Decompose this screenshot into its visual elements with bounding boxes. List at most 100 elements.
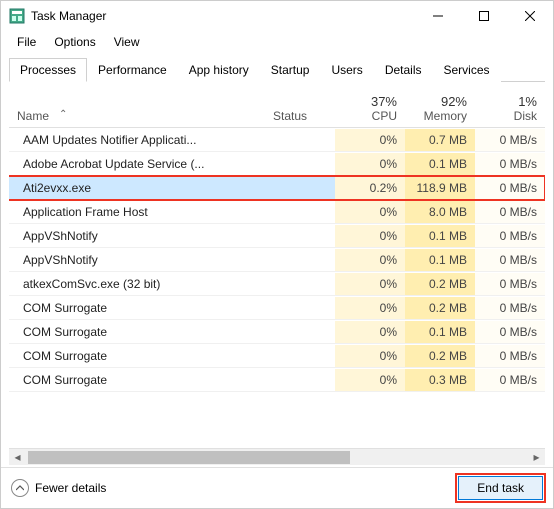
- process-disk: 0 MB/s: [475, 321, 545, 343]
- process-list: ⌃ Name Status 37% CPU 92% Memory 1% Disk…: [9, 82, 545, 448]
- process-memory: 0.1 MB: [405, 321, 475, 343]
- process-name: AAM Updates Notifier Applicati...: [9, 129, 265, 151]
- process-cpu: 0%: [335, 297, 405, 319]
- horizontal-scrollbar[interactable]: ◂ ▸: [9, 448, 545, 465]
- memory-usage-total: 92%: [413, 94, 467, 109]
- menu-file[interactable]: File: [9, 33, 44, 51]
- menu-view[interactable]: View: [106, 33, 148, 51]
- tab-details[interactable]: Details: [374, 58, 433, 82]
- column-disk[interactable]: 1% Disk: [475, 90, 545, 127]
- column-cpu-label: CPU: [343, 109, 397, 123]
- app-icon: [9, 8, 25, 24]
- process-memory: 0.1 MB: [405, 249, 475, 271]
- process-memory: 0.1 MB: [405, 153, 475, 175]
- close-button[interactable]: [507, 1, 553, 31]
- process-name: Application Frame Host: [9, 201, 265, 223]
- process-memory: 0.7 MB: [405, 129, 475, 151]
- process-disk: 0 MB/s: [475, 153, 545, 175]
- disk-usage-total: 1%: [483, 94, 537, 109]
- chevron-up-icon: [11, 479, 29, 497]
- process-disk: 0 MB/s: [475, 369, 545, 391]
- process-disk: 0 MB/s: [475, 177, 545, 199]
- column-memory[interactable]: 92% Memory: [405, 90, 475, 127]
- process-disk: 0 MB/s: [475, 201, 545, 223]
- process-name: AppVShNotify: [9, 249, 265, 271]
- column-cpu[interactable]: 37% CPU: [335, 90, 405, 127]
- tab-app-history[interactable]: App history: [178, 58, 260, 82]
- process-cpu: 0%: [335, 369, 405, 391]
- process-name: atkexComSvc.exe (32 bit): [9, 273, 265, 295]
- process-row[interactable]: COM Surrogate0%0.2 MB0 MB/s: [9, 344, 545, 368]
- tab-performance[interactable]: Performance: [87, 58, 178, 82]
- fewer-details-label: Fewer details: [35, 481, 106, 495]
- scrollbar-thumb[interactable]: [28, 451, 350, 464]
- tab-users[interactable]: Users: [320, 58, 373, 82]
- process-status: [265, 280, 335, 288]
- process-row[interactable]: Application Frame Host 0%8.0 MB0 MB/s: [9, 200, 545, 224]
- tab-strip: ProcessesPerformanceApp historyStartupUs…: [9, 57, 545, 82]
- process-status: [265, 256, 335, 264]
- column-memory-label: Memory: [413, 109, 467, 123]
- process-memory: 0.2 MB: [405, 297, 475, 319]
- process-row[interactable]: AppVShNotify0%0.1 MB0 MB/s: [9, 224, 545, 248]
- column-headers: ⌃ Name Status 37% CPU 92% Memory 1% Disk: [9, 82, 545, 128]
- process-status: [265, 160, 335, 168]
- process-cpu: 0%: [335, 153, 405, 175]
- process-cpu: 0%: [335, 249, 405, 271]
- process-row[interactable]: AAM Updates Notifier Applicati... 0%0.7 M…: [9, 128, 545, 152]
- footer: Fewer details End task: [1, 467, 553, 508]
- process-disk: 0 MB/s: [475, 129, 545, 151]
- process-cpu: 0%: [335, 345, 405, 367]
- fewer-details-button[interactable]: Fewer details: [11, 479, 458, 497]
- scroll-left-icon[interactable]: ◂: [9, 449, 26, 466]
- minimize-button[interactable]: [415, 1, 461, 31]
- process-cpu: 0%: [335, 129, 405, 151]
- process-cpu: 0%: [335, 201, 405, 223]
- menubar: FileOptionsView: [1, 31, 553, 53]
- tab-services[interactable]: Services: [433, 58, 501, 82]
- process-memory: 0.3 MB: [405, 369, 475, 391]
- process-status: [265, 232, 335, 240]
- process-row[interactable]: Ati2evxx.exe 0.2%118.9 MB0 MB/s: [9, 176, 545, 200]
- process-name: Ati2evxx.exe: [9, 177, 265, 199]
- process-cpu: 0.2%: [335, 177, 405, 199]
- window-controls: [415, 1, 553, 31]
- process-cpu: 0%: [335, 273, 405, 295]
- process-row[interactable]: atkexComSvc.exe (32 bit)0%0.2 MB0 MB/s: [9, 272, 545, 296]
- process-row[interactable]: AppVShNotify 0%0.1 MB0 MB/s: [9, 248, 545, 272]
- process-memory: 8.0 MB: [405, 201, 475, 223]
- process-cpu: 0%: [335, 225, 405, 247]
- process-status: [265, 136, 335, 144]
- process-row[interactable]: Adobe Acrobat Update Service (... 0%0.1 M…: [9, 152, 545, 176]
- process-row[interactable]: COM Surrogate 0%0.1 MB0 MB/s: [9, 320, 545, 344]
- process-name: COM Surrogate: [9, 321, 265, 343]
- process-name: COM Surrogate: [9, 297, 265, 319]
- tab-startup[interactable]: Startup: [260, 58, 321, 82]
- column-status[interactable]: Status: [265, 105, 335, 127]
- titlebar: Task Manager: [1, 1, 553, 31]
- process-name: AppVShNotify: [9, 225, 265, 247]
- column-status-label: Status: [273, 109, 307, 123]
- process-memory: 0.2 MB: [405, 345, 475, 367]
- process-disk: 0 MB/s: [475, 345, 545, 367]
- maximize-button[interactable]: [461, 1, 507, 31]
- process-name: Adobe Acrobat Update Service (...: [9, 153, 265, 175]
- menu-options[interactable]: Options: [46, 33, 103, 51]
- cpu-usage-total: 37%: [343, 94, 397, 109]
- process-memory: 0.2 MB: [405, 273, 475, 295]
- end-task-button[interactable]: End task: [458, 476, 543, 500]
- process-disk: 0 MB/s: [475, 249, 545, 271]
- process-row[interactable]: COM Surrogate0%0.2 MB0 MB/s: [9, 296, 545, 320]
- sort-indicator-icon: ⌃: [59, 109, 67, 120]
- process-cpu: 0%: [335, 321, 405, 343]
- process-rows: AAM Updates Notifier Applicati...0%0.7 M…: [9, 128, 545, 448]
- process-status: [265, 352, 335, 360]
- column-name[interactable]: ⌃ Name: [9, 105, 265, 127]
- process-disk: 0 MB/s: [475, 225, 545, 247]
- tab-processes[interactable]: Processes: [9, 58, 87, 82]
- scroll-right-icon[interactable]: ▸: [528, 449, 545, 466]
- process-status: [265, 304, 335, 312]
- process-row[interactable]: COM Surrogate0%0.3 MB0 MB/s: [9, 368, 545, 392]
- process-status: [265, 184, 335, 192]
- process-memory: 118.9 MB: [405, 177, 475, 199]
